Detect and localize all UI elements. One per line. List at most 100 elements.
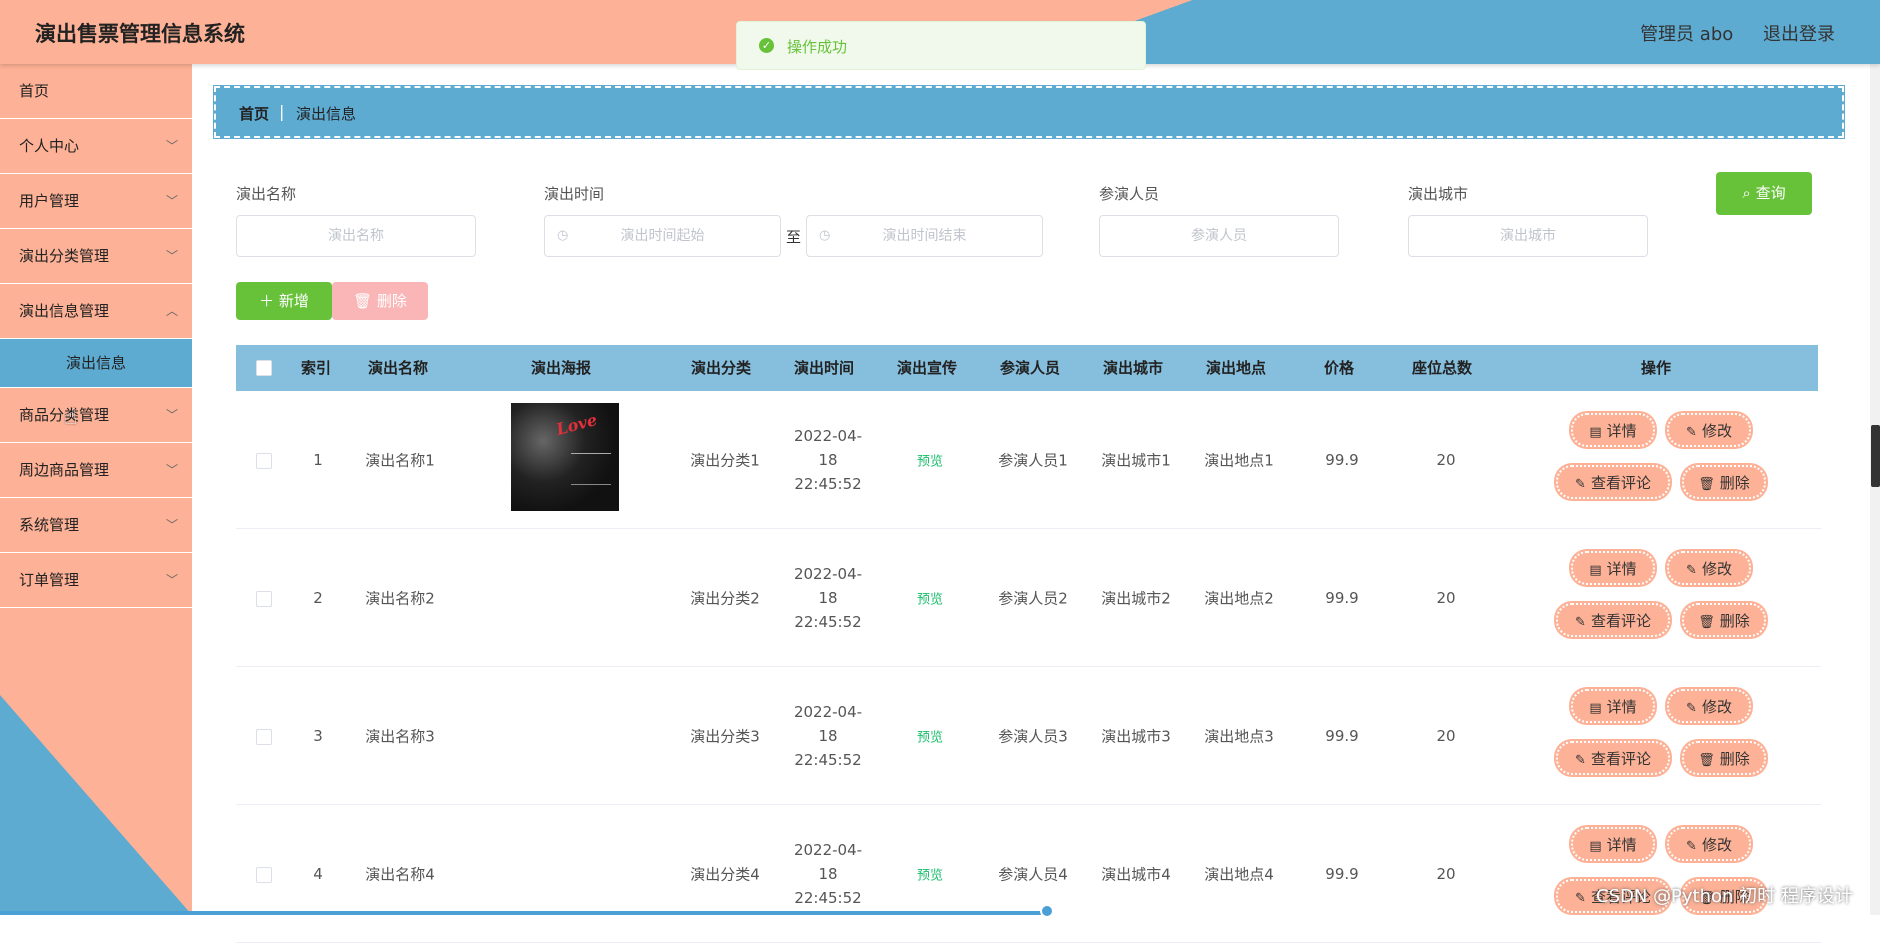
cell-performer: 参演人员3 [998, 727, 1068, 745]
chevron-down-icon: ﹀ [165, 518, 178, 532]
row-delete-label: 删除 [1719, 474, 1750, 492]
cell-venue: 演出地点2 [1204, 589, 1274, 607]
edit-button[interactable]: ✎ 修改 [1667, 827, 1751, 861]
cell-index: 3 [313, 726, 323, 745]
detail-button[interactable]: ▤ 详情 [1571, 827, 1655, 861]
promo-preview-link[interactable]: 预览 [917, 726, 943, 745]
pencil-icon: ✎ [1575, 477, 1586, 492]
sidebar-item-orders[interactable]: 订单管理 ﹀ [0, 553, 192, 608]
query-button[interactable]: ⌕ 查询 [1716, 172, 1812, 215]
detail-button[interactable]: ▤ 详情 [1571, 413, 1655, 447]
cell-price: 99.9 [1325, 726, 1359, 745]
cell-category: 演出分类1 [690, 451, 760, 469]
pencil-icon: ✎ [1575, 891, 1586, 906]
edit-button[interactable]: ✎ 修改 [1667, 689, 1751, 723]
document-icon: ▤ [1589, 425, 1602, 440]
sidebar-subitem-label: 演出信息 [65, 354, 126, 372]
time-label: 演出时间 [544, 185, 605, 203]
logout-link[interactable]: 退出登录 [1763, 24, 1835, 45]
row-checkbox[interactable] [256, 728, 272, 745]
edit-button[interactable]: ✎ 修改 [1667, 413, 1751, 447]
breadcrumb: 首页 | 演出信息 [213, 85, 1845, 139]
cell-category: 演出分类3 [690, 727, 760, 745]
show-poster-image[interactable]: Love [511, 403, 619, 511]
cell-city: 演出城市3 [1101, 727, 1171, 745]
cell-venue: 演出地点3 [1204, 727, 1274, 745]
detail-label: 详情 [1606, 560, 1637, 578]
breadcrumb-current: 演出信息 [296, 105, 357, 123]
column-header: 演出地点 [1205, 359, 1267, 377]
sidebar-item-label: 用户管理 [19, 192, 80, 210]
horizontal-scroll-handle[interactable] [1040, 904, 1054, 918]
cell-seats: 20 [1436, 864, 1456, 883]
sidebar-item-merch[interactable]: 周边商品管理 ﹀ [0, 443, 192, 498]
pencil-icon: ✎ [1686, 425, 1697, 440]
view-comments-button[interactable]: ✎ 查看评论 [1556, 741, 1670, 775]
row-delete-label: 删除 [1719, 750, 1750, 768]
cell-name: 演出名称2 [365, 589, 435, 607]
column-header: 演出分类 [690, 359, 752, 377]
cell-category: 演出分类2 [690, 589, 760, 607]
row-delete-button[interactable]: 🗑 删除 [1682, 465, 1766, 499]
performer-search-input[interactable]: 参演人员 [1099, 215, 1339, 257]
select-all-checkbox[interactable] [256, 360, 272, 376]
detail-button[interactable]: ▤ 详情 [1571, 551, 1655, 585]
cell-seats: 20 [1436, 588, 1456, 607]
promo-preview-link[interactable]: 预览 [917, 864, 943, 883]
comments-label: 查看评论 [1590, 612, 1651, 630]
add-button-label: 新增 [278, 292, 309, 310]
sidebar-item-label: 订单管理 [19, 571, 80, 589]
detail-label: 详情 [1606, 422, 1637, 440]
breadcrumb-home[interactable]: 首页 [239, 103, 269, 124]
sidebar-item-home[interactable]: 首页 [0, 64, 192, 119]
check-circle-icon: ✓ [759, 38, 774, 53]
row-delete-label: 删除 [1719, 612, 1750, 630]
app-title: 演出售票管理信息系统 [35, 22, 245, 46]
time-start-input[interactable]: ◷ 演出时间起始 [544, 215, 781, 257]
sidebar: 首页 个人中心 ﹀ 用户管理 ﹀ 演出分类管理 ﹀ 演出信息管理 ︿ 演出信息 商品分类… [0, 64, 192, 915]
promo-preview-link[interactable]: 预览 [917, 588, 943, 607]
watermark-text: CSDN @Python 初时 程序设计 [1596, 886, 1853, 907]
name-search-input[interactable]: 演出名称 [236, 215, 476, 257]
add-button[interactable]: ＋ 新增 [236, 282, 332, 320]
pencil-icon: ✎ [1575, 615, 1586, 630]
sidebar-item-profile[interactable]: 个人中心 ﹀ [0, 119, 192, 174]
row-checkbox[interactable] [256, 590, 272, 607]
cell-city: 演出城市4 [1101, 865, 1171, 883]
cell-city: 演出城市2 [1101, 589, 1171, 607]
view-comments-button[interactable]: ✎ 查看评论 [1556, 465, 1670, 499]
vertical-scrollbar-thumb[interactable] [1871, 425, 1880, 487]
batch-delete-button[interactable]: 🗑 删除 [332, 282, 428, 320]
cell-name: 演出名称1 [365, 451, 435, 469]
sidebar-item-show-info[interactable]: 演出信息管理 ︿ [0, 284, 192, 339]
cell-city: 演出城市1 [1101, 451, 1171, 469]
column-header: 演出海报 [530, 359, 592, 377]
table-header: 索引 演出名称 演出海报 演出分类 演出时间 演出宣传 参演人员 演出城市 演出… [236, 345, 1818, 391]
promo-preview-link[interactable]: 预览 [917, 450, 943, 469]
city-search-input[interactable]: 演出城市 [1408, 215, 1648, 257]
horizontal-progress-bar[interactable] [0, 911, 1052, 915]
time-end-input[interactable]: ◷ 演出时间结束 [806, 215, 1043, 257]
sidebar-item-label: 演出信息管理 [19, 302, 110, 320]
row-checkbox[interactable] [256, 866, 272, 883]
sidebar-item-show-category[interactable]: 演出分类管理 ﹀ [0, 229, 192, 284]
cell-seats: 20 [1436, 726, 1456, 745]
view-comments-button[interactable]: ✎ 查看评论 [1556, 603, 1670, 637]
sidebar-item-system[interactable]: 系统管理 ﹀ [0, 498, 192, 553]
row-delete-button[interactable]: 🗑 删除 [1682, 603, 1766, 637]
sidebar-item-users[interactable]: 用户管理 ﹀ [0, 174, 192, 229]
table-row: 3 演出名称3 演出分类3 2022-04-18 22:45:52 预览 参演人… [236, 667, 1821, 805]
sidebar-subitem-show-info[interactable]: 演出信息 [0, 339, 192, 388]
poster-decoration [571, 453, 611, 485]
column-header: 演出时间 [793, 359, 855, 377]
row-delete-button[interactable]: 🗑 删除 [1682, 741, 1766, 775]
row-checkbox[interactable] [256, 452, 272, 469]
cell-performer: 参演人员4 [998, 865, 1068, 883]
vertical-scroll-track[interactable] [1870, 64, 1880, 915]
detail-button[interactable]: ▤ 详情 [1571, 689, 1655, 723]
cell-time: 2022-04-18 22:45:52 [793, 564, 863, 631]
sidebar-item-label: 首页 [19, 82, 50, 100]
admin-user-label[interactable]: 管理员 abo [1640, 24, 1733, 45]
sidebar-item-goods-category[interactable]: 商品分类管理 ﹀ [0, 388, 192, 443]
edit-button[interactable]: ✎ 修改 [1667, 551, 1751, 585]
